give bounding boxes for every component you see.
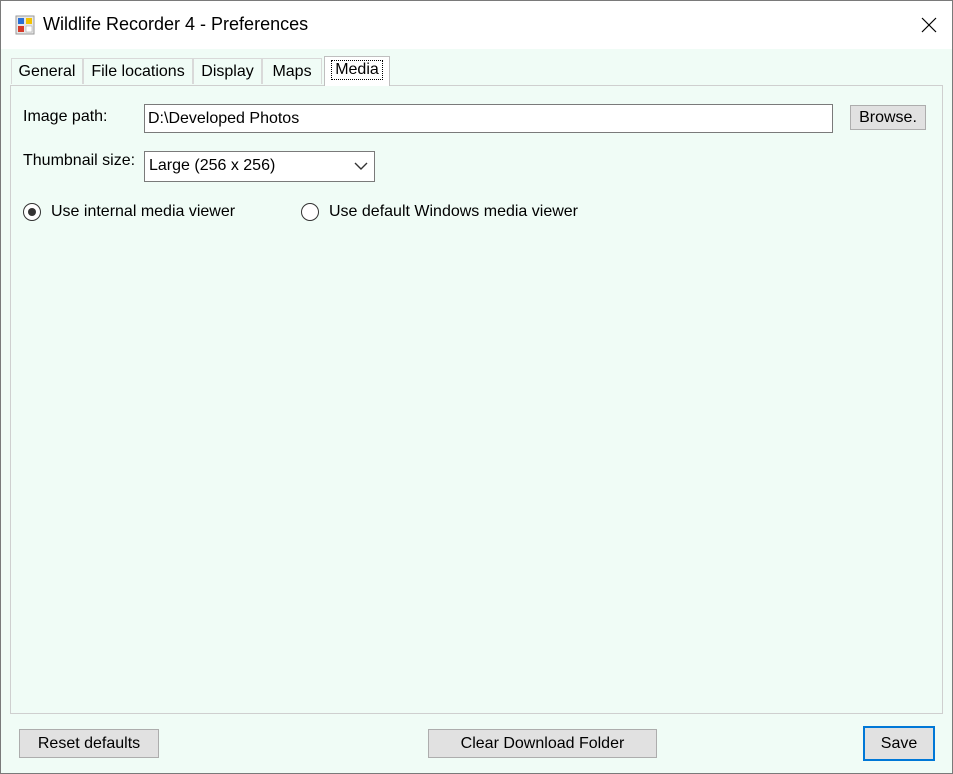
tab-media[interactable]: Media (324, 56, 390, 86)
reset-defaults-button[interactable]: Reset defaults (19, 729, 159, 758)
media-tab-panel: Image path: Browse. Thumbnail size: Larg… (10, 85, 943, 714)
image-path-label: Image path: (23, 108, 108, 125)
chevron-down-icon (354, 162, 368, 170)
radio-default-label: Use default Windows media viewer (329, 203, 578, 220)
browse-button[interactable]: Browse. (850, 105, 926, 130)
tab-file-locations[interactable]: File locations (83, 58, 193, 84)
thumbnail-size-value: Large (256 x 256) (149, 157, 276, 174)
thumbnail-size-label: Thumbnail size: (23, 152, 136, 169)
tab-label: Maps (272, 63, 312, 80)
close-button[interactable] (906, 1, 952, 49)
radio-internal-viewer[interactable]: Use internal media viewer (23, 203, 235, 221)
radio-unchecked-icon (301, 203, 319, 221)
save-button[interactable]: Save (863, 726, 935, 761)
tab-label: File locations (91, 63, 185, 80)
app-icon (15, 15, 35, 35)
close-icon (921, 17, 937, 33)
tab-display[interactable]: Display (193, 58, 262, 84)
tab-label: Media (331, 60, 383, 80)
radio-default-viewer[interactable]: Use default Windows media viewer (301, 203, 578, 221)
tab-maps[interactable]: Maps (262, 58, 322, 84)
preferences-window: Wildlife Recorder 4 - Preferences Genera… (0, 0, 953, 774)
radio-internal-label: Use internal media viewer (51, 203, 236, 220)
clear-download-folder-button[interactable]: Clear Download Folder (428, 729, 657, 758)
window-title: Wildlife Recorder 4 - Preferences (43, 14, 309, 34)
radio-checked-icon (23, 203, 41, 221)
tab-label: Display (201, 63, 254, 80)
image-path-input[interactable] (144, 104, 833, 133)
title-bar: Wildlife Recorder 4 - Preferences (1, 1, 952, 49)
tab-label: General (18, 63, 76, 80)
thumbnail-size-select[interactable]: Large (256 x 256) (144, 151, 375, 182)
tab-general[interactable]: General (11, 58, 83, 84)
